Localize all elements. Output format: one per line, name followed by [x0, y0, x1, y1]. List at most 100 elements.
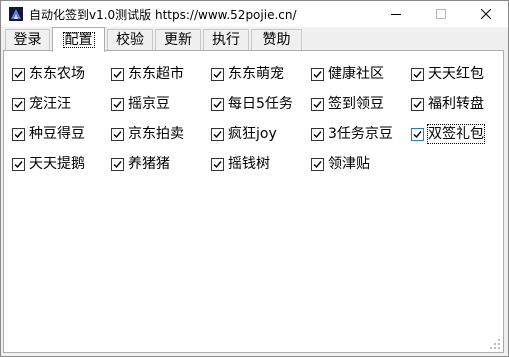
checkbox[interactable] [311, 97, 324, 111]
resize-grip-icon[interactable] [489, 338, 501, 350]
checkbox-item[interactable]: 种豆得豆 [12, 124, 85, 144]
checkbox[interactable] [12, 67, 25, 81]
checkbox[interactable] [211, 157, 224, 171]
checkbox-item[interactable]: 养猪猪 [111, 154, 170, 174]
checkbox-label: 东东超市 [128, 66, 184, 82]
checkmark-icon [113, 130, 122, 138]
checkbox-label: 健康社区 [328, 66, 384, 82]
window-title: 自动化签到v1.0测试版 https://www.52pojie.cn/ [29, 8, 297, 22]
checkbox-label: 天天红包 [428, 66, 484, 82]
checkbox[interactable] [12, 127, 25, 141]
tab-label: 校验 [116, 32, 144, 48]
checkbox[interactable] [111, 67, 124, 81]
checkbox-item[interactable]: 领津贴 [311, 154, 370, 174]
checkbox[interactable] [211, 67, 224, 81]
checkbox-item[interactable]: 每日5任务 [211, 94, 293, 114]
tab-strip: 登录 配置 校验 更新 执行 赞助 [1, 27, 508, 52]
checkbox-label: 签到领豆 [328, 96, 384, 112]
checkmark-icon [14, 100, 23, 108]
checkbox-item[interactable]: 双签礼包 [411, 124, 485, 144]
app-window: 自动化签到v1.0测试版 https://www.52pojie.cn/ 登录 … [0, 0, 509, 357]
checkbox-label: 福利转盘 [428, 96, 484, 112]
tab-login[interactable]: 登录 [5, 29, 50, 50]
checkbox[interactable] [311, 127, 324, 141]
checkbox-item[interactable]: 健康社区 [311, 64, 384, 84]
tab-execute[interactable]: 执行 [203, 29, 249, 50]
checkbox-item[interactable]: 天天提鹅 [12, 154, 85, 174]
checkbox[interactable] [211, 127, 224, 141]
checkbox[interactable] [311, 67, 324, 81]
checkmark-icon [113, 70, 122, 78]
checkbox[interactable] [111, 157, 124, 171]
checkbox-item[interactable]: 京东拍卖 [111, 124, 184, 144]
checkbox[interactable] [411, 67, 424, 81]
checkbox[interactable] [12, 97, 25, 111]
checkbox-item[interactable]: 东东农场 [12, 64, 85, 84]
checkbox-item[interactable]: 天天红包 [411, 64, 484, 84]
checkbox[interactable] [411, 97, 424, 111]
checkmark-icon [313, 160, 322, 168]
checkbox-item[interactable]: 东东萌宠 [211, 64, 284, 84]
checkbox-item[interactable]: 签到领豆 [311, 94, 384, 114]
checkmark-icon [113, 100, 122, 108]
tab-label: 赞助 [262, 32, 291, 48]
tab-label: 登录 [13, 32, 42, 48]
tab-verify[interactable]: 校验 [107, 29, 153, 50]
checkbox-label: 摇钱树 [228, 156, 270, 172]
title-bar[interactable]: 自动化签到v1.0测试版 https://www.52pojie.cn/ [1, 1, 508, 27]
maximize-icon [435, 9, 446, 19]
checkbox-label: 摇京豆 [128, 96, 170, 112]
checkbox-label: 天天提鹅 [29, 156, 85, 172]
checkmark-icon [213, 100, 222, 108]
checkbox-item[interactable]: 福利转盘 [411, 94, 484, 114]
checkbox-label: 养猪猪 [128, 156, 170, 172]
checkbox[interactable] [211, 97, 224, 111]
checkmark-icon [313, 100, 322, 108]
checkbox[interactable] [111, 97, 124, 111]
checkbox-label: 东东农场 [29, 66, 85, 82]
checkbox-label: 双签礼包 [427, 124, 485, 144]
minimize-icon [390, 14, 401, 15]
checkmark-icon [413, 100, 422, 108]
checkmark-icon [14, 130, 23, 138]
checkbox-label: 宠汪汪 [29, 96, 71, 112]
checkbox-item[interactable]: 摇钱树 [211, 154, 270, 174]
checkmark-icon [213, 160, 222, 168]
tab-sponsor[interactable]: 赞助 [251, 29, 302, 50]
maximize-button[interactable] [418, 1, 463, 27]
checkbox[interactable] [12, 157, 25, 171]
tab-config[interactable]: 配置 [52, 27, 105, 52]
checkbox-item[interactable]: 3任务京豆 [311, 124, 393, 144]
checkmark-icon [313, 70, 322, 78]
checkmark-icon [413, 70, 422, 78]
checkmark-icon [413, 130, 422, 138]
tab-label: 执行 [212, 32, 240, 48]
checkmark-icon [14, 160, 23, 168]
checkbox-label: 京东拍卖 [128, 126, 184, 142]
checkmark-icon [113, 160, 122, 168]
checkbox[interactable] [311, 157, 324, 171]
checkbox-label: 疯狂joy [228, 126, 277, 142]
checkbox-item[interactable]: 宠汪汪 [12, 94, 71, 114]
checkbox-label: 每日5任务 [228, 96, 293, 112]
tab-label: 配置 [62, 31, 96, 49]
checkbox-item[interactable]: 疯狂joy [211, 124, 277, 144]
tab-update[interactable]: 更新 [155, 29, 201, 50]
tab-label: 更新 [164, 32, 192, 48]
checkbox-item[interactable]: 东东超市 [111, 64, 184, 84]
checkbox-label: 3任务京豆 [328, 126, 393, 142]
checkmark-icon [213, 130, 222, 138]
app-icon [9, 7, 23, 21]
checkmark-icon [14, 70, 23, 78]
checkbox[interactable] [411, 127, 424, 141]
checkbox-item[interactable]: 摇京豆 [111, 94, 170, 114]
close-icon [480, 9, 491, 19]
checkmark-icon [213, 70, 222, 78]
minimize-button[interactable] [373, 1, 418, 27]
checkbox-label: 种豆得豆 [29, 126, 85, 142]
checkmark-icon [313, 130, 322, 138]
checkbox-label: 东东萌宠 [228, 66, 284, 82]
close-button[interactable] [463, 1, 508, 27]
checkbox-label: 领津贴 [328, 156, 370, 172]
checkbox[interactable] [111, 127, 124, 141]
